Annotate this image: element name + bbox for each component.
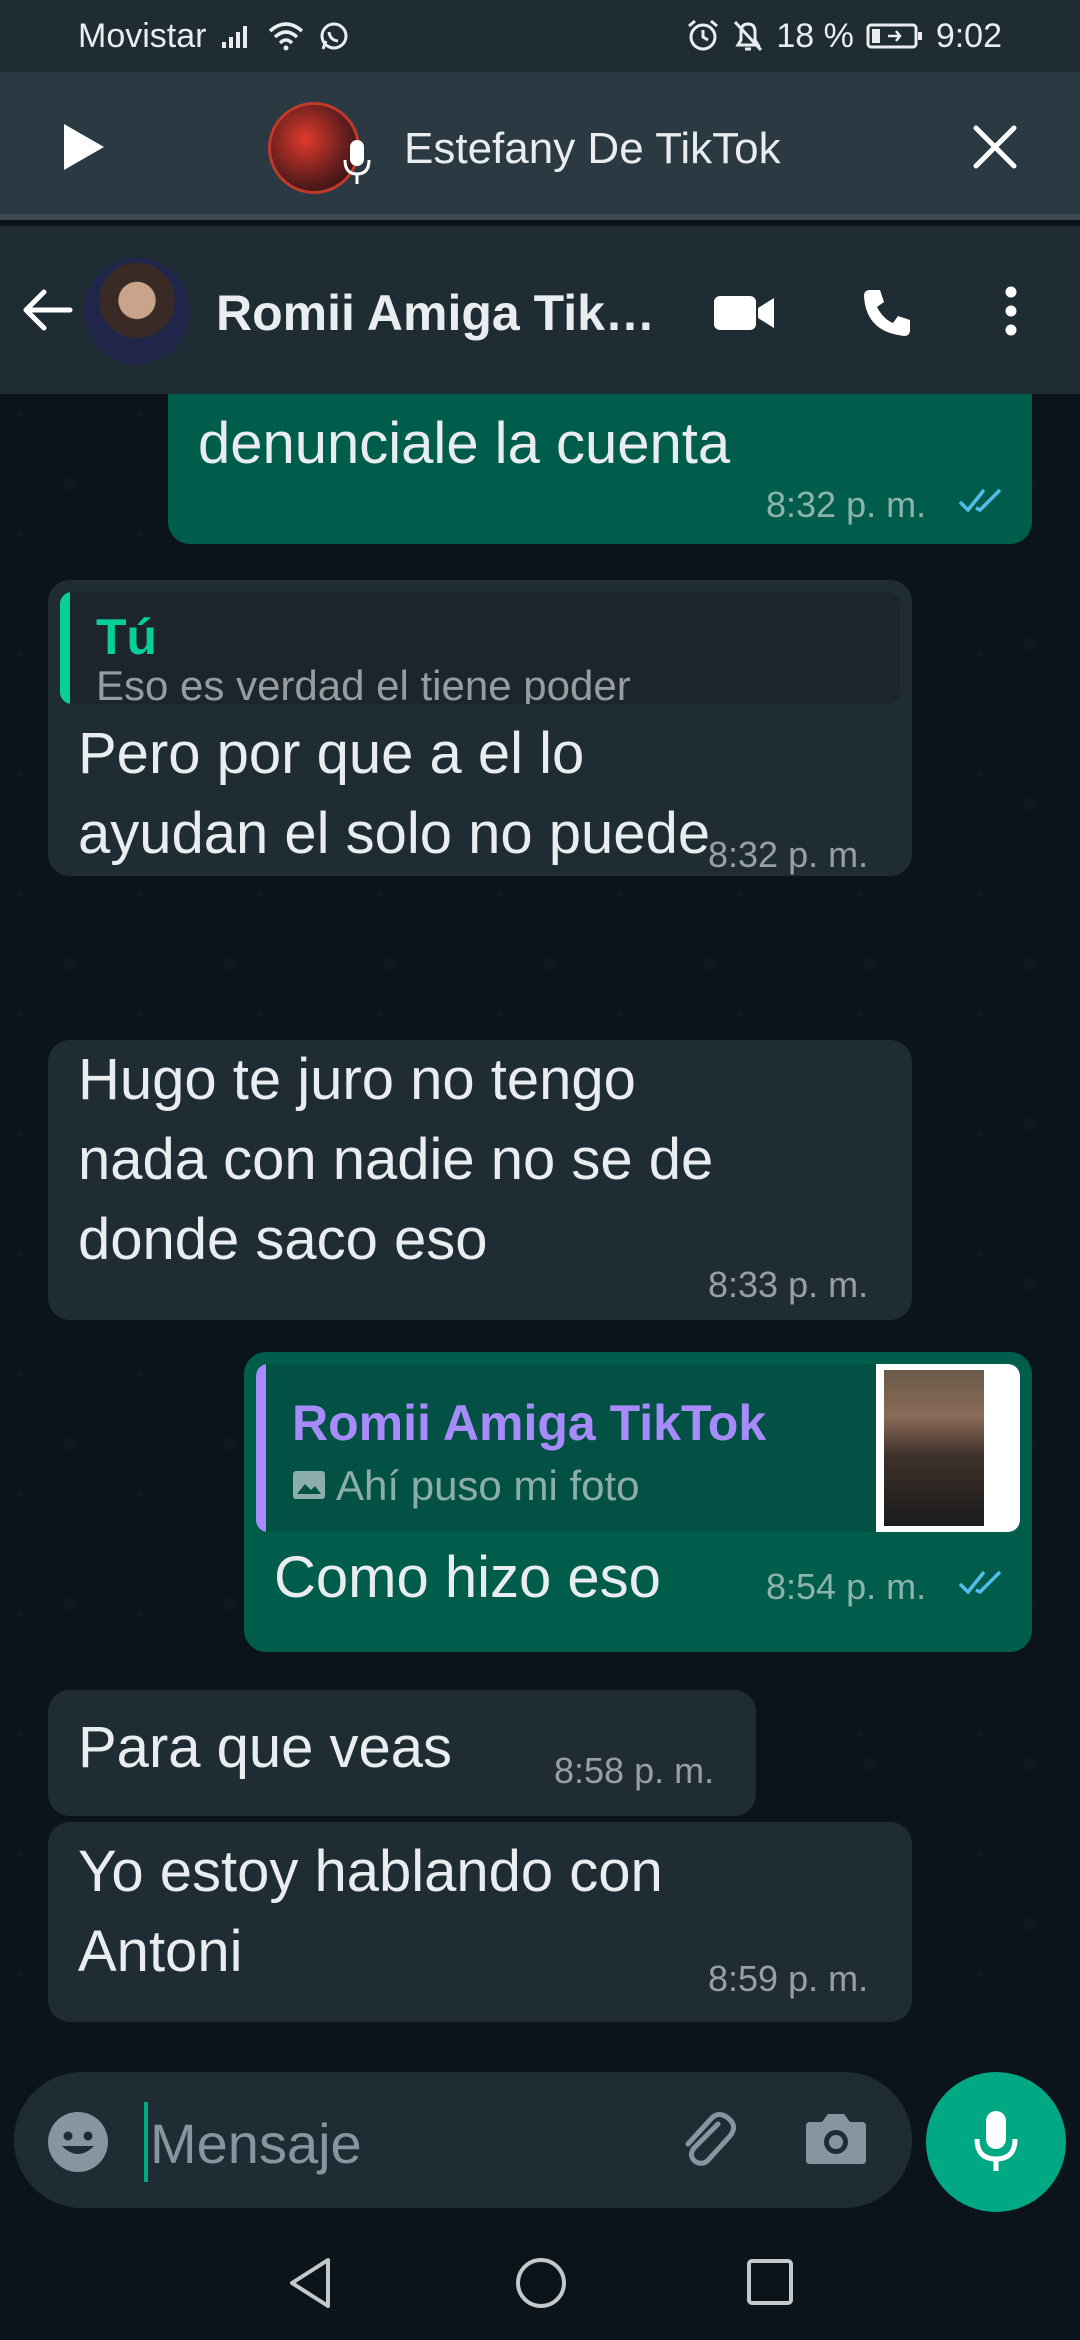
more-options-icon[interactable] bbox=[1004, 286, 1018, 336]
nav-recent-apps-icon[interactable] bbox=[746, 2258, 794, 2306]
battery-icon bbox=[866, 23, 922, 49]
close-icon[interactable] bbox=[972, 124, 1018, 170]
quoted-author: Tú bbox=[96, 609, 158, 665]
message-time: 8:58 p. m. bbox=[554, 1750, 715, 1791]
message-text: denunciale la cuenta bbox=[198, 411, 731, 476]
message-bubble-incoming[interactable]: Hugo te juro no tengo nada con nadie no … bbox=[48, 1040, 912, 1320]
whatsapp-notification-icon bbox=[320, 22, 348, 50]
quoted-author: Romii Amiga TikTok bbox=[292, 1395, 767, 1451]
microphone-icon bbox=[343, 140, 371, 184]
message-bubble-outgoing[interactable]: Romii Amiga TikTok Ahí puso mi foto Como… bbox=[244, 1352, 1032, 1652]
message-text-line: ayudan el solo no puede bbox=[78, 801, 711, 866]
chat-header: Romii Amiga Tik… bbox=[0, 226, 1080, 394]
message-time: 8:33 p. m. bbox=[708, 1264, 869, 1305]
camera-icon[interactable] bbox=[804, 2108, 868, 2168]
message-composer bbox=[14, 2072, 912, 2208]
message-time: 8:32 p. m. bbox=[708, 834, 869, 875]
message-time: 8:32 p. m. bbox=[766, 484, 927, 525]
nav-home-icon[interactable] bbox=[514, 2256, 568, 2310]
message-bubble-incoming[interactable]: Tú Eso es verdad el tiene poder Pero por… bbox=[48, 580, 912, 876]
contact-avatar[interactable] bbox=[84, 258, 190, 364]
quoted-message[interactable]: Romii Amiga TikTok Ahí puso mi foto bbox=[256, 1364, 1020, 1532]
status-bar: Movistar 18 % 9:02 bbox=[0, 0, 1080, 72]
message-bubble-incoming[interactable]: Yo estoy hablando con Antoni 8:59 p. m. bbox=[48, 1822, 912, 2022]
voice-note-title: Estefany De TikTok bbox=[404, 124, 781, 173]
emoji-icon[interactable] bbox=[46, 2110, 110, 2174]
message-text-line: Pero por que a el lo bbox=[78, 721, 585, 786]
nav-back-icon[interactable] bbox=[286, 2256, 334, 2310]
quoted-photo-thumbnail bbox=[876, 1364, 1020, 1532]
message-text-line: nada con nadie no se de bbox=[78, 1127, 714, 1192]
quoted-text: Ahí puso mi foto bbox=[336, 1462, 640, 1509]
quoted-text: Eso es verdad el tiene poder bbox=[96, 662, 631, 704]
battery-percent: 18 % bbox=[776, 16, 854, 55]
quoted-message[interactable]: Tú Eso es verdad el tiene poder bbox=[60, 592, 900, 704]
wifi-icon bbox=[269, 22, 304, 51]
text-cursor bbox=[144, 2102, 148, 2182]
message-input[interactable] bbox=[150, 2108, 530, 2178]
photo-thumbnail-image bbox=[884, 1370, 984, 1526]
paperclip-icon[interactable] bbox=[674, 2106, 740, 2172]
clock: 9:02 bbox=[935, 16, 1002, 55]
photo-icon bbox=[293, 1471, 325, 1499]
read-ticks-icon bbox=[958, 1570, 1002, 1595]
message-text: Como hizo eso bbox=[274, 1545, 661, 1610]
notifications-off-icon bbox=[734, 20, 763, 52]
carrier-label: Movistar bbox=[78, 16, 207, 55]
message-text-line: Yo estoy hablando con bbox=[78, 1839, 663, 1904]
read-ticks-icon bbox=[958, 488, 1002, 513]
quote-accent-bar bbox=[256, 1364, 266, 1532]
voice-note-player-bar: Estefany De TikTok bbox=[0, 72, 1080, 220]
video-call-icon[interactable] bbox=[712, 292, 776, 334]
message-text: Para que veas bbox=[78, 1715, 453, 1780]
back-arrow-icon[interactable] bbox=[22, 288, 74, 332]
message-text-line: donde saco eso bbox=[78, 1207, 488, 1272]
message-bubble-outgoing[interactable]: denunciale la cuenta 8:32 p. m. bbox=[168, 394, 1032, 544]
alarm-icon bbox=[688, 19, 719, 51]
chat-messages[interactable]: denunciale la cuenta 8:32 p. m. Tú Eso e… bbox=[0, 394, 1080, 2066]
message-text-line: Antoni bbox=[78, 1919, 243, 1984]
voice-record-button[interactable] bbox=[926, 2072, 1066, 2212]
phone-call-icon[interactable] bbox=[860, 286, 914, 340]
system-navigation-bar bbox=[0, 2224, 1080, 2340]
microphone-icon bbox=[974, 2111, 1018, 2171]
play-icon[interactable] bbox=[58, 122, 108, 172]
message-text-line: Hugo te juro no tengo bbox=[78, 1047, 636, 1112]
contact-name[interactable]: Romii Amiga Tik… bbox=[216, 284, 656, 342]
message-time: 8:59 p. m. bbox=[708, 1958, 869, 1999]
message-bubble-incoming[interactable]: Para que veas 8:58 p. m. bbox=[48, 1690, 756, 1816]
signal-icon bbox=[222, 26, 248, 48]
quote-accent-bar bbox=[60, 592, 70, 704]
message-time: 8:54 p. m. bbox=[766, 1566, 927, 1607]
